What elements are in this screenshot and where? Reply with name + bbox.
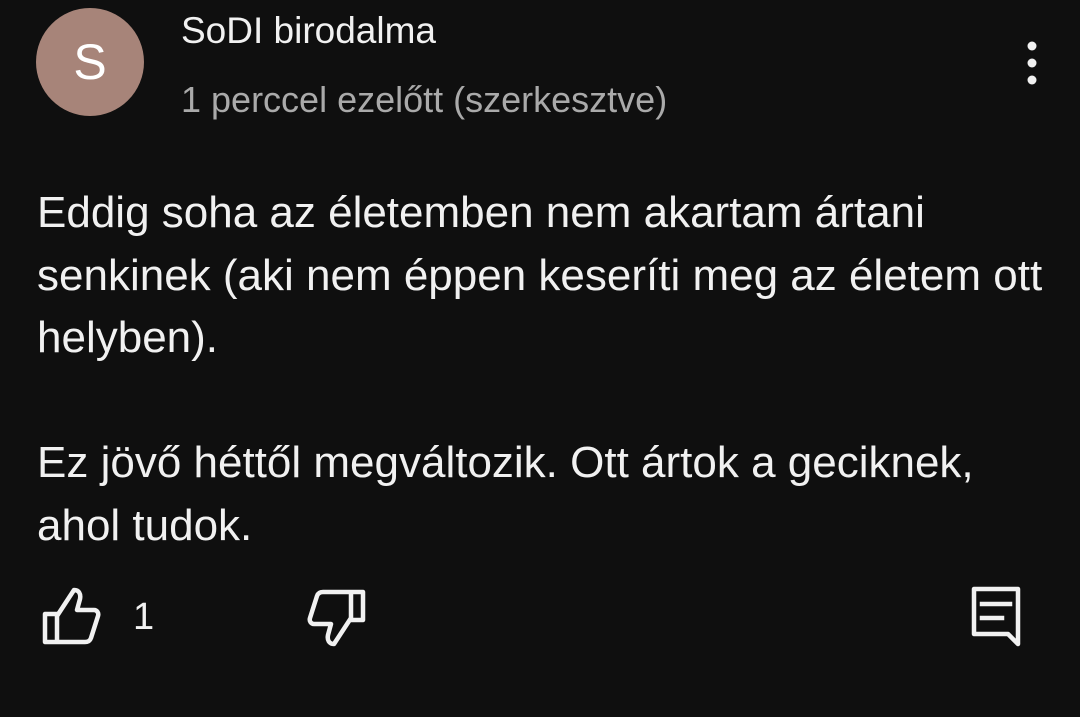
like-count: 1 (133, 596, 155, 638)
author-name[interactable]: SoDI birodalma (181, 10, 436, 52)
more-vertical-icon (1027, 41, 1037, 85)
avatar[interactable]: S (36, 8, 144, 116)
reply-comment-icon (971, 586, 1021, 647)
like-button[interactable] (36, 586, 106, 646)
avatar-letter: S (73, 34, 107, 90)
thumbs-down-icon (307, 589, 366, 647)
comment-text: Eddig soha az életemben nem akartam árta… (37, 182, 1047, 557)
thumbs-up-icon (42, 587, 101, 645)
dislike-button[interactable] (300, 586, 372, 648)
comment-paragraph: Eddig soha az életemben nem akartam árta… (37, 188, 1043, 362)
comment-paragraph: Ez jövő héttől megváltozik. Ott ártok a … (37, 438, 974, 550)
reply-button[interactable] (964, 582, 1028, 650)
more-options-button[interactable] (1010, 34, 1054, 94)
comment-timestamp: 1 perccel ezelőtt (szerkesztve) (181, 79, 668, 120)
